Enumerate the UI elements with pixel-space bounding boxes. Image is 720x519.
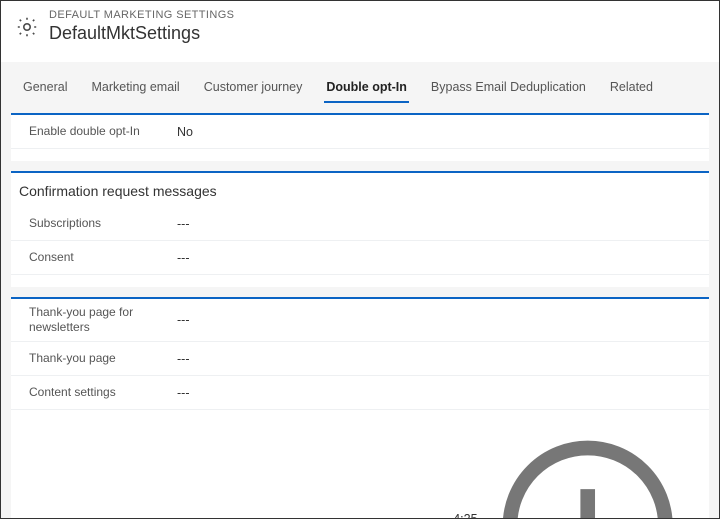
label-content: Content settings [29, 385, 177, 400]
value-subscriptions[interactable]: --- [177, 217, 190, 231]
header-text: DEFAULT MARKETING SETTINGS DefaultMktSet… [49, 9, 234, 44]
page-header: DEFAULT MARKETING SETTINGS DefaultMktSet… [1, 1, 719, 62]
row-content-settings: Content settings --- [11, 376, 709, 410]
panel-confirmation: Confirmation request messages Subscripti… [11, 171, 709, 287]
gear-icon [15, 15, 39, 39]
tab-general[interactable]: General [11, 72, 79, 102]
tabbar-wrap: General Marketing email Customer journey… [1, 62, 719, 519]
panel-thankyou: Thank-you page for newsletters --- Thank… [11, 297, 709, 519]
label-subscriptions: Subscriptions [29, 216, 177, 231]
row-thankyou-newsletters: Thank-you page for newsletters --- [11, 299, 709, 342]
label-enable: Enable double opt-In [29, 124, 177, 139]
modified-datetime: 9/15/2018 4:25 PM [171, 416, 701, 519]
label-thankyou-news: Thank-you page for newsletters [29, 305, 177, 335]
panel-enable: Enable double opt-In No [11, 113, 709, 161]
section-title-confirmation: Confirmation request messages [11, 173, 709, 207]
tab-related[interactable]: Related [598, 72, 665, 102]
row-subscriptions: Subscriptions --- [11, 207, 709, 241]
tab-marketing-email[interactable]: Marketing email [79, 72, 191, 102]
tabbar: General Marketing email Customer journey… [1, 72, 719, 103]
settings-frame: DEFAULT MARKETING SETTINGS DefaultMktSet… [0, 0, 720, 519]
row-thankyou-page: Thank-you page --- [11, 342, 709, 376]
page-title: DefaultMktSettings [49, 23, 234, 44]
value-thankyou[interactable]: --- [177, 352, 190, 366]
label-consent: Consent [29, 250, 177, 265]
row-consent: Consent --- [11, 241, 709, 275]
tab-customer-journey[interactable]: Customer journey [192, 72, 315, 102]
clock-icon[interactable] [478, 416, 697, 519]
row-modified-on: Modified on 9/15/2018 4:25 PM [11, 410, 709, 519]
value-consent[interactable]: --- [177, 251, 190, 265]
label-thankyou: Thank-you page [29, 351, 177, 366]
value-thankyou-news[interactable]: --- [177, 313, 190, 327]
value-content[interactable]: --- [177, 386, 190, 400]
tab-bypass-dedup[interactable]: Bypass Email Deduplication [419, 72, 598, 102]
page-body: Enable double opt-In No Confirmation req… [1, 103, 719, 519]
breadcrumb: DEFAULT MARKETING SETTINGS [49, 9, 234, 21]
row-enable-double-opt-in: Enable double opt-In No [11, 115, 709, 149]
tab-double-opt-in[interactable]: Double opt-In [314, 72, 419, 102]
value-modified-time: 4:25 PM [453, 512, 477, 519]
value-enable[interactable]: No [177, 125, 193, 139]
